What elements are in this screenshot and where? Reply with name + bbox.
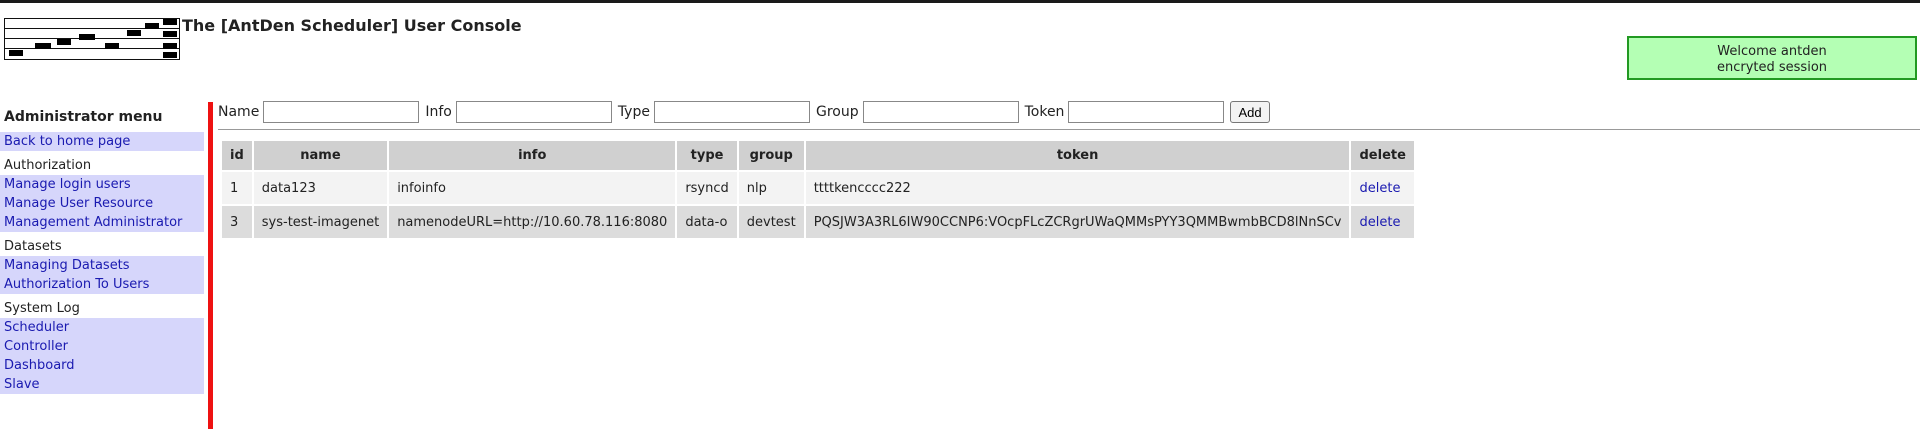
section-title-datasets: Datasets [4, 239, 62, 254]
cell-delete: delete [1351, 172, 1414, 204]
sidebar-divider [208, 102, 213, 429]
table-row: 1 data123 infoinfo rsyncd nlp ttttkenccc… [222, 172, 1414, 204]
sidebar-item-dashboard[interactable]: Dashboard [0, 356, 204, 375]
sidebar-item-controller[interactable]: Controller [0, 337, 204, 356]
admin-menu-title: Administrator menu [4, 109, 163, 125]
cell-delete: delete [1351, 206, 1414, 238]
sidebar: Administrator menu Back to home page Aut… [0, 108, 204, 394]
cell-info: namenodeURL=http://10.60.78.116:8080 [389, 206, 676, 238]
cell-token: PQSJW3A3RL6IW90CCNP6:VOcpFLcZCRgrUWaQMMs… [805, 206, 1350, 238]
sidebar-item-home[interactable]: Back to home page [0, 132, 204, 151]
name-input[interactable] [263, 101, 420, 123]
info-label: Info [425, 104, 452, 120]
table-header-row: id name info type group token delete [222, 141, 1414, 170]
home-group: Back to home page [0, 132, 204, 151]
cell-name: sys-test-imagenet [253, 206, 388, 238]
column-header-info: info [389, 141, 676, 170]
column-header-name: name [253, 141, 388, 170]
cell-id: 3 [222, 206, 252, 238]
welcome-box: Welcome antden encryted session [1627, 36, 1917, 80]
session-status-text: encryted session [1716, 60, 1828, 75]
cell-group: devtest [738, 206, 804, 238]
page-title: The [AntDen Scheduler] User Console [182, 16, 522, 35]
add-button[interactable]: Add [1230, 101, 1270, 123]
sidebar-item-slave[interactable]: Slave [0, 375, 204, 394]
column-header-delete: delete [1351, 141, 1414, 170]
welcome-user-text: Welcome antden [1717, 44, 1827, 59]
info-input[interactable] [455, 101, 612, 123]
datasets-table: id name info type group token delete 1 d… [220, 139, 1416, 240]
column-header-id: id [222, 141, 252, 170]
token-label: Token [1024, 104, 1065, 120]
sidebar-item-manage-login-users[interactable]: Manage login users [0, 175, 204, 194]
name-label: Name [218, 104, 260, 120]
sidebar-item-scheduler[interactable]: Scheduler [0, 318, 204, 337]
token-input[interactable] [1068, 101, 1225, 123]
cell-type: rsyncd [677, 172, 737, 204]
cell-group: nlp [738, 172, 804, 204]
form-separator [218, 129, 1920, 130]
datasets-group: Managing Datasets Authorization To Users [0, 256, 204, 294]
table-row: 3 sys-test-imagenet namenodeURL=http://1… [222, 206, 1414, 238]
add-dataset-form: Name Info Type Group Token Add [218, 101, 1270, 123]
cell-name: data123 [253, 172, 388, 204]
section-title-system-log: System Log [4, 301, 80, 316]
sidebar-item-management-administrator[interactable]: Management Administrator [0, 213, 204, 232]
group-input[interactable] [862, 101, 1019, 123]
top-border [0, 0, 1920, 3]
system-log-group: Scheduler Controller Dashboard Slave [0, 318, 204, 394]
cell-type: data-o [677, 206, 737, 238]
cell-id: 1 [222, 172, 252, 204]
type-input[interactable] [653, 101, 810, 123]
delete-link[interactable]: delete [1359, 215, 1400, 230]
sidebar-item-manage-user-resource[interactable]: Manage User Resource [0, 194, 204, 213]
column-header-token: token [805, 141, 1350, 170]
scheduler-logo [4, 18, 180, 60]
group-label: Group [815, 104, 859, 120]
section-title-authorization: Authorization [4, 158, 92, 173]
delete-link[interactable]: delete [1359, 181, 1400, 196]
cell-info: infoinfo [389, 172, 676, 204]
column-header-group: group [738, 141, 804, 170]
sidebar-item-managing-datasets[interactable]: Managing Datasets [0, 256, 204, 275]
column-header-type: type [677, 141, 737, 170]
type-label: Type [617, 104, 650, 120]
cell-token: ttttkencccc222 [805, 172, 1350, 204]
sidebar-item-authorization-to-users[interactable]: Authorization To Users [0, 275, 204, 294]
authorization-group: Manage login users Manage User Resource … [0, 175, 204, 232]
